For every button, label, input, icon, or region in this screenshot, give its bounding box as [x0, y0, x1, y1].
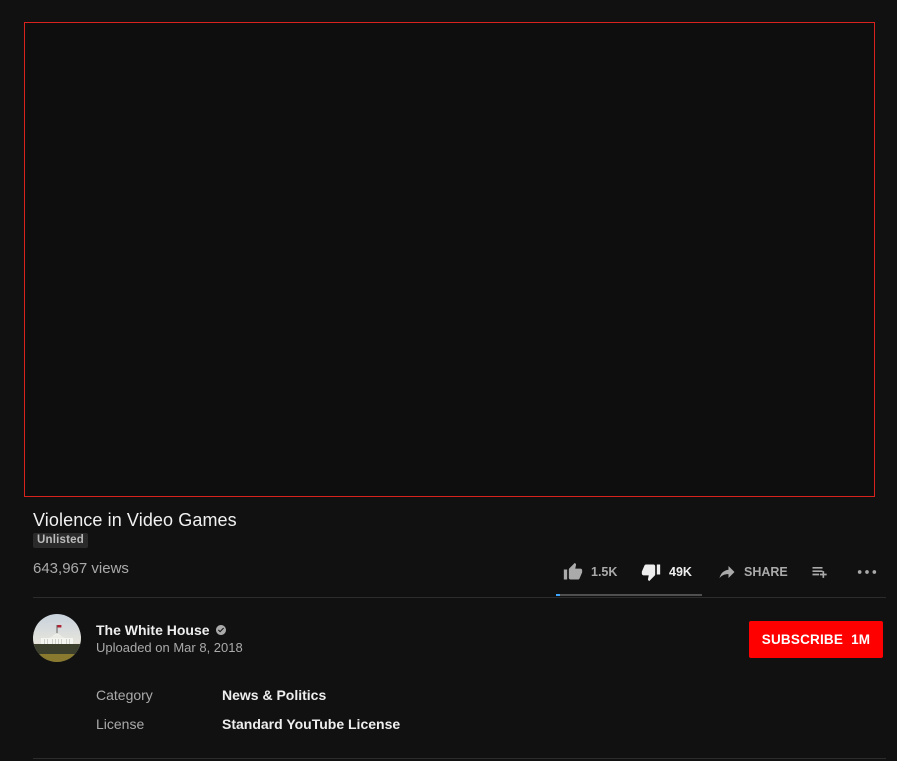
channel-name: The White House: [96, 622, 210, 638]
dislike-count: 49K: [669, 565, 692, 579]
video-player[interactable]: [24, 22, 875, 497]
more-options-button[interactable]: [856, 560, 878, 584]
add-to-playlist-button[interactable]: [810, 560, 830, 584]
upload-date: Uploaded on Mar 8, 2018: [96, 640, 243, 655]
share-label: SHARE: [744, 565, 788, 579]
dislike-button[interactable]: 49K: [641, 560, 692, 584]
channel-avatar[interactable]: [33, 614, 81, 662]
unlisted-badge: Unlisted: [33, 533, 88, 548]
video-title: Violence in Video Games: [33, 510, 237, 530]
add-to-playlist-icon: [812, 567, 827, 578]
thumbs-up-icon: [563, 562, 583, 580]
metadata-key: Category: [96, 687, 153, 703]
license-value: Standard YouTube License: [222, 716, 401, 732]
metadata-key: License: [96, 716, 145, 732]
like-button[interactable]: 1.5K: [563, 560, 617, 584]
subscriber-count: 1M: [851, 632, 871, 647]
share-icon: [719, 566, 735, 579]
view-count: 643,967 views: [33, 560, 129, 577]
like-count: 1.5K: [591, 565, 618, 579]
thumbs-down-icon: [641, 564, 661, 582]
share-button[interactable]: SHARE: [718, 560, 788, 584]
subscribe-label: SUBSCRIBE: [761, 632, 844, 647]
sentiment-bar: [556, 594, 702, 596]
verified-icon: [215, 625, 226, 635]
divider: [33, 597, 886, 598]
sentiment-bar-fill: [556, 594, 561, 596]
channel-name-link[interactable]: The White House: [96, 622, 227, 638]
more-options-icon: [857, 570, 877, 574]
subscribe-button[interactable]: SUBSCRIBE 1M: [749, 621, 883, 658]
category-link[interactable]: News & Politics: [222, 687, 326, 703]
video-actions: 1.5K 49K SHARE: [556, 560, 886, 596]
divider: [33, 758, 886, 759]
